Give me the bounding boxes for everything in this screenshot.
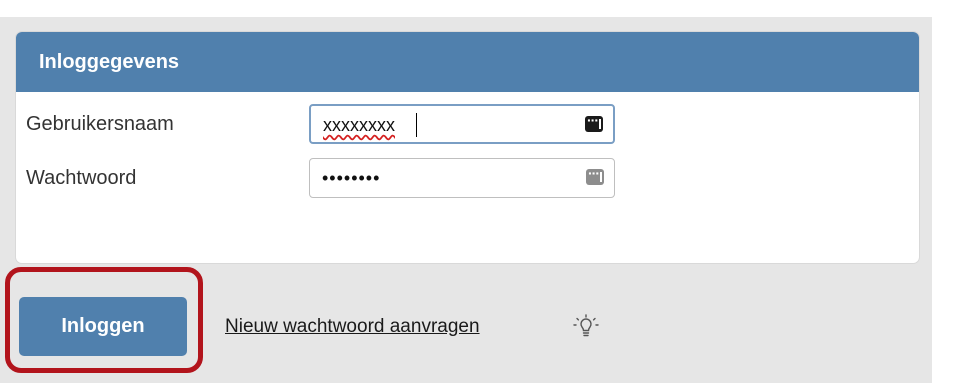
username-row: Gebruikersnaam xxxxxxxx xyxy=(26,104,615,144)
panel-header: Inloggegevens xyxy=(16,32,919,92)
password-value: •••••••• xyxy=(322,168,381,188)
password-label: Wachtwoord xyxy=(26,166,137,189)
text-caret xyxy=(416,113,417,137)
username-value: xxxxxxxx xyxy=(323,115,395,135)
panel-title: Inloggegevens xyxy=(39,50,180,73)
password-manager-key-icon[interactable] xyxy=(585,112,603,132)
password-manager-key-icon[interactable] xyxy=(586,165,604,185)
username-label: Gebruikersnaam xyxy=(26,112,174,135)
password-row: Wachtwoord •••••••• xyxy=(26,158,615,198)
forgot-password-link[interactable]: Nieuw wachtwoord aanvragen xyxy=(225,316,480,338)
username-field[interactable]: xxxxxxxx xyxy=(309,104,615,144)
right-margin xyxy=(932,0,966,383)
password-field[interactable]: •••••••• xyxy=(309,158,615,198)
lightbulb-icon[interactable] xyxy=(571,312,601,342)
login-button[interactable]: Inloggen xyxy=(19,297,187,356)
top-margin xyxy=(0,0,966,17)
login-panel: Inloggegevens xyxy=(16,32,919,263)
